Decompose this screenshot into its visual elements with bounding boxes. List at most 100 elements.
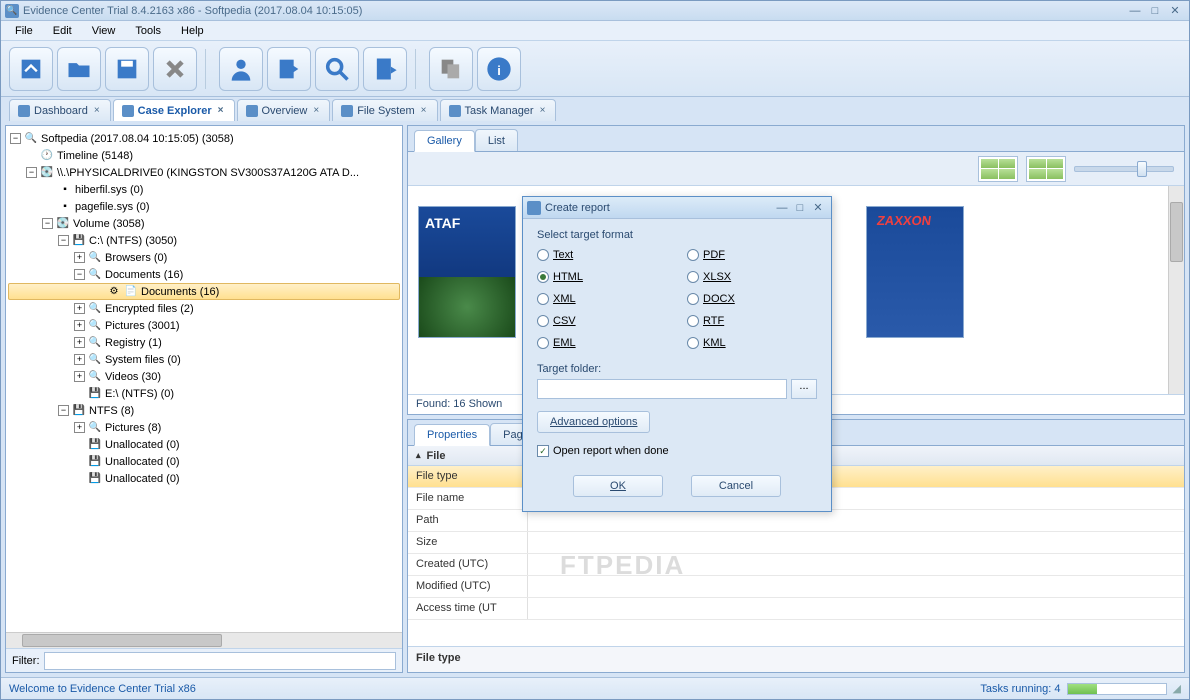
tree-node[interactable]: 💾E:\ (NTFS) (0)	[8, 385, 400, 402]
radio-eml[interactable]: EML	[537, 337, 667, 349]
menu-file[interactable]: File	[5, 23, 43, 39]
tab-task-manager[interactable]: Task Manager×	[440, 99, 557, 121]
open-button[interactable]	[57, 47, 101, 91]
minimize-button[interactable]: —	[773, 202, 791, 214]
close-icon[interactable]: ×	[216, 105, 226, 116]
radio-docx[interactable]: DOCX	[687, 293, 817, 305]
close-icon[interactable]: ×	[311, 105, 321, 116]
tree-node[interactable]: −💽Volume (3058)	[8, 215, 400, 232]
collapse-icon[interactable]: −	[58, 405, 69, 416]
tab-list[interactable]: List	[475, 129, 518, 151]
menu-edit[interactable]: Edit	[43, 23, 82, 39]
tab-file-system[interactable]: File System×	[332, 99, 437, 121]
tree-node[interactable]: +🔍Pictures (3001)	[8, 317, 400, 334]
collapse-icon[interactable]: −	[74, 269, 85, 280]
scrollbar-thumb[interactable]	[1170, 202, 1183, 262]
advanced-options-button[interactable]: Advanced options	[537, 411, 650, 433]
slider-handle[interactable]	[1137, 161, 1147, 177]
close-icon[interactable]: ×	[538, 105, 548, 116]
save-button[interactable]	[105, 47, 149, 91]
collapse-icon[interactable]: −	[10, 133, 21, 144]
expand-icon[interactable]: +	[74, 252, 85, 263]
tree-node[interactable]: 🕐Timeline (5148)	[8, 147, 400, 164]
thumbnail-item[interactable]: ZAXXON	[866, 206, 964, 384]
tree-node[interactable]: +🔍Encrypted files (2)	[8, 300, 400, 317]
dialog-titlebar[interactable]: Create report — □ ✕	[523, 197, 831, 219]
tree-node[interactable]: 💾Unallocated (0)	[8, 470, 400, 487]
copy-button[interactable]	[429, 47, 473, 91]
horizontal-scrollbar[interactable]	[6, 632, 402, 648]
info-button[interactable]: i	[477, 47, 521, 91]
menu-tools[interactable]: Tools	[125, 23, 171, 39]
tab-case-explorer[interactable]: Case Explorer×	[113, 99, 235, 121]
maximize-button[interactable]: □	[1145, 4, 1165, 18]
radio-xlsx[interactable]: XLSX	[687, 271, 817, 283]
cancel-button[interactable]: Cancel	[691, 475, 781, 497]
tree-node[interactable]: 💾Unallocated (0)	[8, 436, 400, 453]
tree-node[interactable]: +🔍System files (0)	[8, 351, 400, 368]
thumbnail-item[interactable]: ATAF	[418, 206, 516, 384]
collapse-icon[interactable]: −	[58, 235, 69, 246]
radio-html[interactable]: HTML	[537, 271, 667, 283]
tab-properties[interactable]: Properties	[414, 424, 490, 446]
expand-icon[interactable]: +	[74, 371, 85, 382]
close-icon[interactable]: ×	[419, 105, 429, 116]
search-button[interactable]	[315, 47, 359, 91]
browse-button[interactable]: ...	[791, 379, 817, 399]
radio-rtf[interactable]: RTF	[687, 315, 817, 327]
expand-icon[interactable]: +	[74, 320, 85, 331]
radio-xml[interactable]: XML	[537, 293, 667, 305]
ok-button[interactable]: OK	[573, 475, 663, 497]
scrollbar-thumb[interactable]	[22, 634, 222, 647]
tree-node[interactable]: −🔍Softpedia (2017.08.04 10:15:05) (3058)	[8, 130, 400, 147]
radio-pdf[interactable]: PDF	[687, 249, 817, 261]
collapse-icon[interactable]: ▴	[416, 450, 421, 461]
maximize-button[interactable]: □	[791, 202, 809, 214]
tab-overview[interactable]: Overview×	[237, 99, 331, 121]
tree-node[interactable]: ▪hiberfil.sys (0)	[8, 181, 400, 198]
collapse-icon[interactable]: −	[42, 218, 53, 229]
filter-input[interactable]	[44, 652, 397, 670]
thumbnail-size-slider[interactable]	[1074, 166, 1174, 172]
user-button[interactable]	[219, 47, 263, 91]
tree[interactable]: −🔍Softpedia (2017.08.04 10:15:05) (3058)…	[6, 126, 402, 632]
tree-node[interactable]: −💾NTFS (8)	[8, 402, 400, 419]
delete-button[interactable]	[153, 47, 197, 91]
tab-gallery[interactable]: Gallery	[414, 130, 475, 152]
expand-icon[interactable]: +	[74, 422, 85, 433]
new-button[interactable]	[9, 47, 53, 91]
property-row[interactable]: Path	[408, 510, 1184, 532]
menu-view[interactable]: View	[82, 23, 126, 39]
property-row[interactable]: Access time (UT	[408, 598, 1184, 620]
property-row[interactable]: Modified (UTC)	[408, 576, 1184, 598]
tree-node[interactable]: −💽\\.\PHYSICALDRIVE0 (KINGSTON SV300S37A…	[8, 164, 400, 181]
tree-node-selected[interactable]: ⚙📄Documents (16)	[8, 283, 400, 300]
close-button[interactable]: ✕	[809, 201, 827, 214]
vertical-scrollbar[interactable]	[1168, 186, 1184, 394]
resize-grip-icon[interactable]: ◢	[1173, 682, 1181, 695]
expand-icon[interactable]: +	[74, 337, 85, 348]
property-row[interactable]: Size	[408, 532, 1184, 554]
tree-node[interactable]: −💾C:\ (NTFS) (3050)	[8, 232, 400, 249]
tree-node[interactable]: ▪pagefile.sys (0)	[8, 198, 400, 215]
expand-icon[interactable]: +	[74, 354, 85, 365]
grid-size-button[interactable]	[978, 156, 1018, 182]
tree-node[interactable]: +🔍Registry (1)	[8, 334, 400, 351]
tree-node[interactable]: +🔍Browsers (0)	[8, 249, 400, 266]
close-icon[interactable]: ×	[92, 105, 102, 116]
target-folder-input[interactable]	[537, 379, 787, 399]
open-when-done-checkbox[interactable]: ✓ Open report when done	[537, 445, 817, 457]
property-row[interactable]: Created (UTC)	[408, 554, 1184, 576]
close-button[interactable]: ✕	[1165, 4, 1185, 18]
expand-icon[interactable]: +	[74, 303, 85, 314]
report-button[interactable]	[363, 47, 407, 91]
tree-node[interactable]: −🔍Documents (16)	[8, 266, 400, 283]
tab-dashboard[interactable]: Dashboard×	[9, 99, 111, 121]
collapse-icon[interactable]: −	[26, 167, 37, 178]
tree-node[interactable]: 💾Unallocated (0)	[8, 453, 400, 470]
export-button[interactable]	[267, 47, 311, 91]
radio-kml[interactable]: KML	[687, 337, 817, 349]
menu-help[interactable]: Help	[171, 23, 214, 39]
minimize-button[interactable]: —	[1125, 4, 1145, 18]
tree-node[interactable]: +🔍Pictures (8)	[8, 419, 400, 436]
